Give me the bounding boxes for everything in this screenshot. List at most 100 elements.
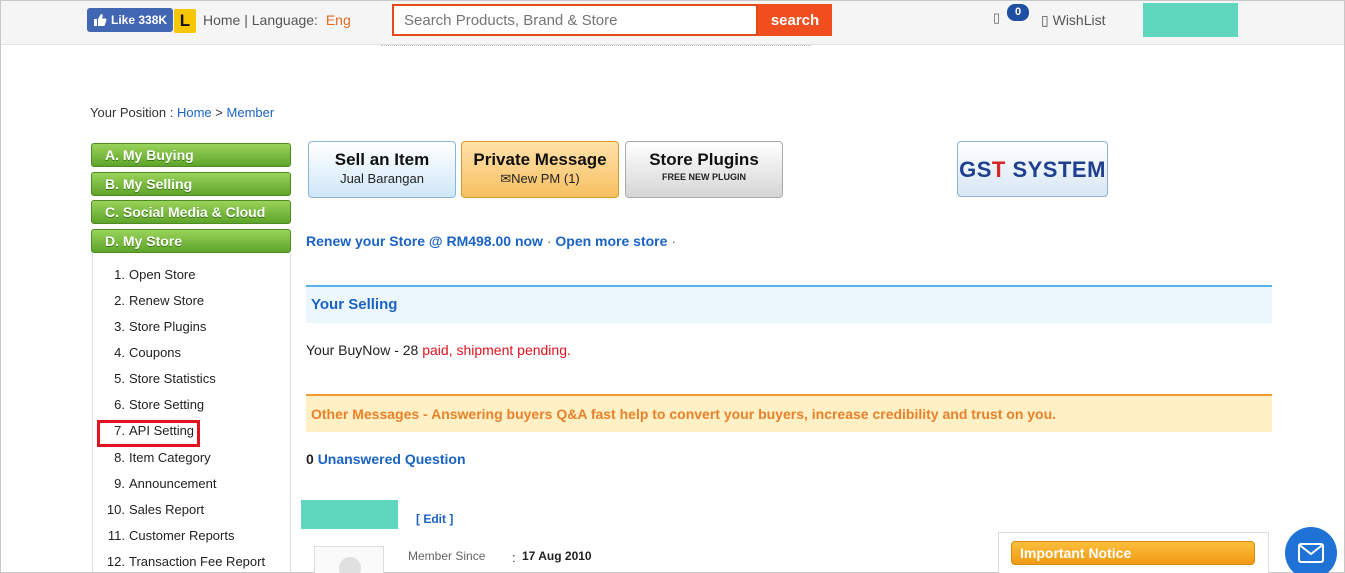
item-number: 9. [114, 476, 125, 491]
sidebar-category-my-buying[interactable]: A. My Buying [91, 143, 291, 167]
private-message-button[interactable]: Private Message ✉New PM (1) [461, 141, 619, 198]
wishlist-link[interactable]: ▯ WishList [1041, 12, 1106, 29]
item-number: 4. [114, 345, 125, 360]
wishlist-icon: ▯ [1041, 12, 1049, 28]
search-box [392, 4, 758, 36]
item-label: Store Setting [129, 397, 205, 412]
profile-name-block [301, 500, 398, 529]
renew-store-line: Renew your Store @ RM498.00 now · Open m… [306, 233, 676, 249]
breadcrumb-member[interactable]: Member [227, 105, 275, 120]
breadcrumb-home[interactable]: Home [177, 105, 212, 120]
sidebar-item-transaction-fee-report[interactable]: 12. Transaction Fee Report [101, 554, 265, 569]
item-label: Customer Reports [129, 528, 235, 543]
gst-system-button[interactable]: GST SYSTEM [957, 141, 1108, 197]
avatar-placeholder-icon [339, 557, 361, 573]
item-label: Transaction Fee Report [129, 554, 266, 569]
top-bar: Like 338K L Home | Language: Eng search … [1, 1, 1344, 45]
item-label: Renew Store [129, 293, 205, 308]
item-label: Store Statistics [129, 371, 216, 386]
wishlist-label: WishList [1052, 12, 1106, 28]
cart-count-badge: 0 [1007, 4, 1029, 21]
item-number: 12. [106, 554, 125, 569]
facebook-like-button[interactable]: Like 338K [87, 8, 174, 32]
buynow-pending-link[interactable]: paid, shipment pending. [422, 342, 571, 358]
item-number: 10. [106, 502, 125, 517]
unanswered-question-line: 0 Unanswered Question [306, 451, 466, 467]
store-plugins-button[interactable]: Store Plugins FREE NEW PLUGIN [625, 141, 783, 198]
store-plugins-subtitle: FREE NEW PLUGIN [661, 172, 746, 182]
sell-item-button[interactable]: Sell an Item Jual Barangan [308, 141, 456, 198]
private-message-title: Private Message [473, 150, 607, 169]
sidebar-item-store-setting[interactable]: 6. Store Setting [101, 397, 204, 412]
sell-item-subtitle: Jual Barangan [340, 171, 424, 186]
other-messages-header: Other Messages - Answering buyers Q&A fa… [306, 394, 1272, 432]
facebook-like-label: Like 338K [111, 13, 168, 27]
member-since-date: 17 Aug 2010 [522, 549, 592, 563]
item-label: Store Plugins [129, 319, 207, 334]
item-number: 5. [114, 371, 125, 386]
sidebar-category-social-media-cloud[interactable]: C. Social Media & Cloud [91, 200, 291, 224]
item-label: Open Store [129, 267, 196, 282]
item-number: 1. [114, 267, 125, 282]
sidebar-item-open-store[interactable]: 1. Open Store [101, 267, 196, 282]
your-selling-header: Your Selling [306, 285, 1272, 323]
breadcrumb-prefix: Your Position : [90, 105, 174, 120]
buynow-status: Your BuyNow - 28 paid, shipment pending. [306, 342, 571, 358]
sidebar-category-my-store[interactable]: D. My Store [91, 228, 291, 253]
breadcrumb: Your Position : Home > Member [90, 105, 274, 120]
sidebar-item-customer-reports[interactable]: 11. Customer Reports [101, 528, 235, 543]
api-setting-highlight [97, 420, 200, 447]
buynow-label[interactable]: Your BuyNow [306, 342, 390, 358]
unanswered-question-link[interactable]: Unanswered Question [318, 451, 466, 467]
sidebar-item-coupons[interactable]: 4. Coupons [101, 345, 181, 360]
mail-icon [1298, 543, 1324, 563]
new-pm-count: New PM (1) [511, 171, 580, 186]
store-submenu: 1. Open Store 2. Renew Store 3. Store Plugi… [92, 253, 291, 573]
home-language-link[interactable]: Home | Language: Eng [203, 12, 351, 28]
sidebar-item-announcement[interactable]: 9. Announcement [101, 476, 216, 491]
nav-divider [381, 45, 811, 49]
envelope-icon: ✉ [500, 171, 512, 186]
item-number: 3. [114, 319, 125, 334]
thumbs-up-icon [94, 14, 107, 26]
language-selector[interactable]: Eng [326, 12, 351, 28]
gst-logo-system: SYSTEM [1005, 157, 1106, 182]
item-number: 11. [107, 528, 125, 543]
separator-dot: · [671, 233, 676, 249]
buynow-count: - 28 [390, 342, 423, 358]
sidebar-item-store-statistics[interactable]: 5. Store Statistics [101, 371, 216, 386]
avatar [314, 546, 384, 573]
sidebar-item-item-category[interactable]: 8. Item Category [101, 450, 211, 465]
search-button[interactable]: search [758, 4, 832, 36]
renew-store-link[interactable]: Renew your Store @ RM498.00 now [306, 233, 543, 249]
item-number: 6. [114, 397, 125, 412]
item-number: 8. [114, 450, 125, 465]
gst-logo-gs: GS [959, 157, 992, 182]
item-label: Item Category [129, 450, 211, 465]
contact-mail-button[interactable] [1285, 527, 1337, 573]
edit-profile-link[interactable]: [ Edit ] [416, 512, 453, 526]
item-label: Coupons [129, 345, 182, 360]
member-since-colon: : [512, 550, 516, 565]
search-input[interactable] [394, 6, 756, 34]
store-plugins-title: Store Plugins [649, 150, 759, 169]
sidebar-menu: A. My Buying B. My Selling C. Social Med… [91, 143, 291, 257]
member-since-label: Member Since [408, 549, 486, 563]
site-logo[interactable]: L [174, 9, 196, 33]
item-label: Sales Report [129, 502, 205, 517]
account-button[interactable] [1143, 3, 1238, 37]
sidebar-item-sales-report[interactable]: 10. Sales Report [101, 502, 204, 517]
cart-icon[interactable]: ▯ [993, 10, 1000, 26]
sell-item-title: Sell an Item [334, 150, 430, 169]
separator-dot: · [546, 233, 552, 249]
sidebar-item-store-plugins[interactable]: 3. Store Plugins [101, 319, 206, 334]
important-notice-title: Important Notice [1011, 541, 1255, 565]
breadcrumb-separator: > [215, 105, 223, 120]
home-language-label: Home | Language: [203, 12, 318, 28]
sidebar-category-my-selling[interactable]: B. My Selling [91, 171, 291, 196]
open-more-store-link[interactable]: Open more store [555, 233, 667, 249]
sidebar-item-renew-store[interactable]: 2. Renew Store [101, 293, 204, 308]
gst-logo-t: T [991, 157, 1006, 182]
item-label: Announcement [129, 476, 217, 491]
item-number: 2. [114, 293, 125, 308]
